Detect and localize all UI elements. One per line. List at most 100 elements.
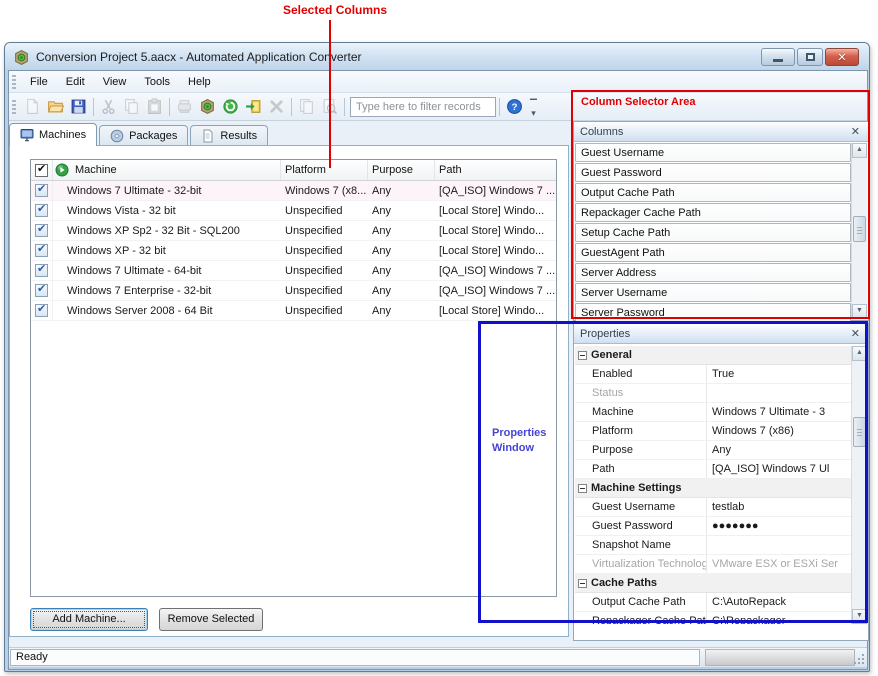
row-checkbox[interactable]	[35, 264, 48, 277]
property-row[interactable]: Output Cache Path C:\AutoRepack	[575, 593, 851, 612]
column-item[interactable]: Server Password	[575, 303, 851, 322]
scroll-down-icon[interactable]: ▼	[852, 609, 867, 624]
paste-button[interactable]	[143, 95, 166, 118]
close-panel-icon[interactable]: ✕	[849, 125, 862, 138]
table-row[interactable]: Windows XP - 32 bit Unspecified Any [Loc…	[31, 241, 556, 261]
properties-panel-header[interactable]: Properties ✕	[574, 324, 868, 344]
help-button[interactable]: ?	[503, 95, 526, 118]
property-value[interactable]: Windows 7 (x86)	[707, 425, 851, 437]
property-row[interactable]: Enabled True	[575, 365, 851, 384]
table-row[interactable]: Windows XP Sp2 - 32 Bit - SQL200 Unspeci…	[31, 221, 556, 241]
column-item[interactable]: Guest Password	[575, 163, 851, 182]
add-machine-button[interactable]: Add Machine...	[30, 608, 148, 631]
play-all-icon[interactable]	[53, 160, 71, 180]
scroll-up-icon[interactable]: ▲	[852, 346, 867, 361]
column-item[interactable]: Server Address	[575, 263, 851, 282]
stop-button[interactable]	[265, 95, 288, 118]
property-row[interactable]: Platform Windows 7 (x86)	[575, 422, 851, 441]
close-panel-icon[interactable]: ✕	[849, 327, 862, 340]
toolbar-overflow-button[interactable]: ▔▾	[526, 97, 541, 117]
build-package-button[interactable]	[196, 95, 219, 118]
remove-selected-button[interactable]: Remove Selected	[159, 608, 263, 631]
properties-scrollbar[interactable]: ▲ ▼	[851, 346, 867, 624]
scroll-up-icon[interactable]: ▲	[852, 143, 867, 158]
property-row[interactable]: Guest Username testlab	[575, 498, 851, 517]
property-row[interactable]: Snapshot Name	[575, 536, 851, 555]
property-row[interactable]: Purpose Any	[575, 441, 851, 460]
tab-packages[interactable]: Packages	[99, 125, 188, 146]
columns-scrollbar[interactable]: ▲ ▼	[851, 143, 867, 319]
property-row[interactable]: Virtualization Technolog VMware ESX or E…	[575, 555, 851, 574]
property-row[interactable]: Repackager Cache Path C:\Repackager	[575, 612, 851, 624]
close-button[interactable]: ✕	[825, 48, 859, 66]
column-item[interactable]: Setup Cache Path	[575, 223, 851, 242]
column-item[interactable]: Output Cache Path	[575, 183, 851, 202]
table-row[interactable]: Windows Vista - 32 bit Unspecified Any […	[31, 201, 556, 221]
row-checkbox[interactable]	[35, 284, 48, 297]
table-row[interactable]: Windows 7 Ultimate - 64-bit Unspecified …	[31, 261, 556, 281]
row-checkbox[interactable]	[35, 184, 48, 197]
property-value[interactable]: Any	[707, 444, 851, 456]
new-file-button[interactable]	[21, 95, 44, 118]
cut-button[interactable]	[97, 95, 120, 118]
table-row[interactable]: Windows Server 2008 - 64 Bit Unspecified…	[31, 301, 556, 321]
property-row[interactable]: Guest Password ●●●●●●●	[575, 517, 851, 536]
collapse-icon[interactable]	[578, 351, 587, 360]
property-row[interactable]: Machine Windows 7 Ultimate - 3	[575, 403, 851, 422]
filter-records-input[interactable]	[350, 97, 496, 117]
column-item[interactable]: Repackager Cache Path	[575, 203, 851, 222]
row-checkbox[interactable]	[35, 204, 48, 217]
collapse-icon[interactable]	[578, 579, 587, 588]
add-machine-toolbar-button[interactable]	[173, 95, 196, 118]
start-conversion-button[interactable]	[219, 95, 242, 118]
run-import-button[interactable]	[242, 95, 265, 118]
menu-tools[interactable]: Tools	[135, 73, 179, 91]
report-button[interactable]	[295, 95, 318, 118]
columns-panel-header[interactable]: Columns ✕	[574, 122, 868, 142]
column-header-path[interactable]: Path	[435, 160, 556, 180]
property-value[interactable]: True	[707, 368, 851, 380]
column-item[interactable]: Server Username	[575, 283, 851, 302]
resize-grip[interactable]	[854, 654, 864, 664]
column-item[interactable]: Guest Username	[575, 143, 851, 162]
scroll-track[interactable]	[852, 361, 867, 609]
property-value[interactable]: testlab	[707, 501, 851, 513]
title-bar[interactable]: Conversion Project 5.aacx - Automated Ap…	[5, 43, 869, 71]
row-checkbox[interactable]	[35, 224, 48, 237]
column-header-machine[interactable]: Machine	[71, 160, 281, 180]
table-row[interactable]: Windows 7 Ultimate - 32-bit Windows 7 (x…	[31, 181, 556, 201]
property-value[interactable]: C:\AutoRepack	[707, 596, 851, 608]
property-value[interactable]: C:\Repackager	[707, 615, 851, 624]
property-row[interactable]: Path [QA_ISO] Windows 7 Ul	[575, 460, 851, 479]
collapse-icon[interactable]	[578, 484, 587, 493]
property-row[interactable]: Status	[575, 384, 851, 403]
column-item[interactable]: GuestAgent Path	[575, 243, 851, 262]
select-all-checkbox[interactable]	[31, 160, 53, 180]
tab-machines[interactable]: Machines	[9, 123, 97, 146]
scroll-down-icon[interactable]: ▼	[852, 304, 867, 319]
property-category[interactable]: Machine Settings	[575, 479, 851, 498]
property-category[interactable]: Cache Paths	[575, 574, 851, 593]
property-value[interactable]: Windows 7 Ultimate - 3	[707, 406, 851, 418]
property-value[interactable]: [QA_ISO] Windows 7 Ul	[707, 463, 851, 475]
property-value[interactable]: ●●●●●●●	[707, 520, 851, 532]
menu-file[interactable]: File	[21, 73, 57, 91]
column-header-platform[interactable]: Platform	[281, 160, 368, 180]
save-project-button[interactable]	[67, 95, 90, 118]
maximize-button[interactable]	[797, 48, 823, 66]
row-checkbox[interactable]	[35, 244, 48, 257]
menu-edit[interactable]: Edit	[57, 73, 94, 91]
open-project-button[interactable]	[44, 95, 67, 118]
property-category[interactable]: General	[575, 346, 851, 365]
scroll-thumb[interactable]	[853, 417, 866, 447]
tab-results[interactable]: Results	[190, 125, 268, 146]
minimize-button[interactable]	[761, 48, 795, 66]
menu-view[interactable]: View	[94, 73, 136, 91]
scroll-track[interactable]	[852, 158, 867, 304]
table-row[interactable]: Windows 7 Enterprise - 32-bit Unspecifie…	[31, 281, 556, 301]
scroll-thumb[interactable]	[853, 216, 866, 242]
menu-help[interactable]: Help	[179, 73, 220, 91]
column-header-purpose[interactable]: Purpose	[368, 160, 435, 180]
copy-button[interactable]	[120, 95, 143, 118]
row-checkbox[interactable]	[35, 304, 48, 317]
